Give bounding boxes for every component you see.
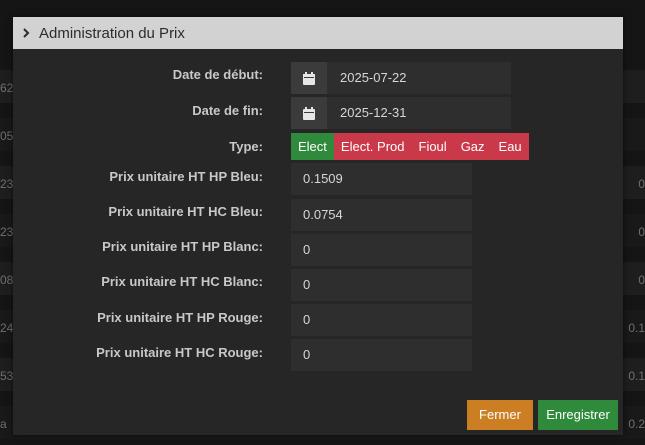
table-cell: 62 — [0, 81, 14, 95]
end-date-input[interactable]: 2025-12-31 — [327, 97, 511, 129]
table-cell: 53 — [0, 369, 14, 383]
type-fioul-button[interactable]: Fioul — [411, 133, 454, 160]
start-date-group: 2025-07-22 — [291, 62, 511, 94]
table-cell: 24 — [0, 321, 14, 335]
hc-rouge-input[interactable]: 0 — [291, 339, 472, 371]
hc-bleu-input[interactable]: 0.0754 — [291, 199, 472, 231]
end-date-label: Date de fin: — [192, 103, 263, 118]
type-gaz-button[interactable]: Gaz — [453, 133, 492, 160]
hp-blanc-label: Prix unitaire HT HP Blanc: — [102, 239, 263, 254]
save-button[interactable]: Enregistrer — [538, 400, 618, 430]
end-date-group: 2025-12-31 — [291, 97, 511, 129]
table-cell: 0.1 — [628, 369, 645, 383]
table-cell: 0 — [638, 273, 645, 287]
table-cell: 08 — [0, 273, 14, 287]
hc-blanc-label: Prix unitaire HT HC Blanc: — [101, 274, 263, 289]
hc-bleu-label: Prix unitaire HT HC Bleu: — [108, 204, 263, 219]
calendar-icon[interactable] — [291, 62, 327, 94]
table-cell: 05 — [0, 129, 14, 143]
table-cell: 0 — [638, 177, 645, 191]
hp-bleu-input[interactable]: 0.1509 — [291, 163, 472, 195]
chevron-right-icon[interactable] — [22, 28, 32, 38]
calendar-icon[interactable] — [291, 97, 327, 129]
type-label: Type: — [229, 139, 263, 154]
start-date-input[interactable]: 2025-07-22 — [327, 62, 511, 94]
type-elect-button[interactable]: Elect — [291, 133, 334, 160]
modal-title: Administration du Prix — [39, 24, 185, 42]
modal-header[interactable]: Administration du Prix — [13, 17, 623, 49]
hp-blanc-input[interactable]: 0 — [291, 234, 472, 266]
start-date-label: Date de début: — [172, 67, 263, 82]
hp-bleu-label: Prix unitaire HT HP Bleu: — [109, 169, 263, 184]
type-eau-button[interactable]: Eau — [491, 133, 529, 160]
type-selector: Elect Elect. Prod Fioul Gaz Eau — [291, 133, 529, 160]
hp-rouge-input[interactable]: 0 — [291, 304, 472, 336]
hc-blanc-input[interactable]: 0 — [291, 269, 472, 301]
type-elect-prod-button[interactable]: Elect. Prod — [333, 133, 412, 160]
hc-rouge-label: Prix unitaire HT HC Rouge: — [96, 345, 263, 360]
table-cell: 0.1 — [628, 321, 645, 335]
price-admin-modal: Administration du Prix Date de début: 20… — [13, 17, 623, 435]
table-cell: 23 — [0, 177, 14, 191]
table-cell: 23 — [0, 225, 14, 239]
table-cell: 0.2 — [628, 417, 645, 431]
table-cell: a — [0, 417, 7, 431]
table-cell: 0 — [638, 225, 645, 239]
hp-rouge-label: Prix unitaire HT HP Rouge: — [97, 310, 263, 325]
close-button[interactable]: Fermer — [467, 400, 533, 430]
